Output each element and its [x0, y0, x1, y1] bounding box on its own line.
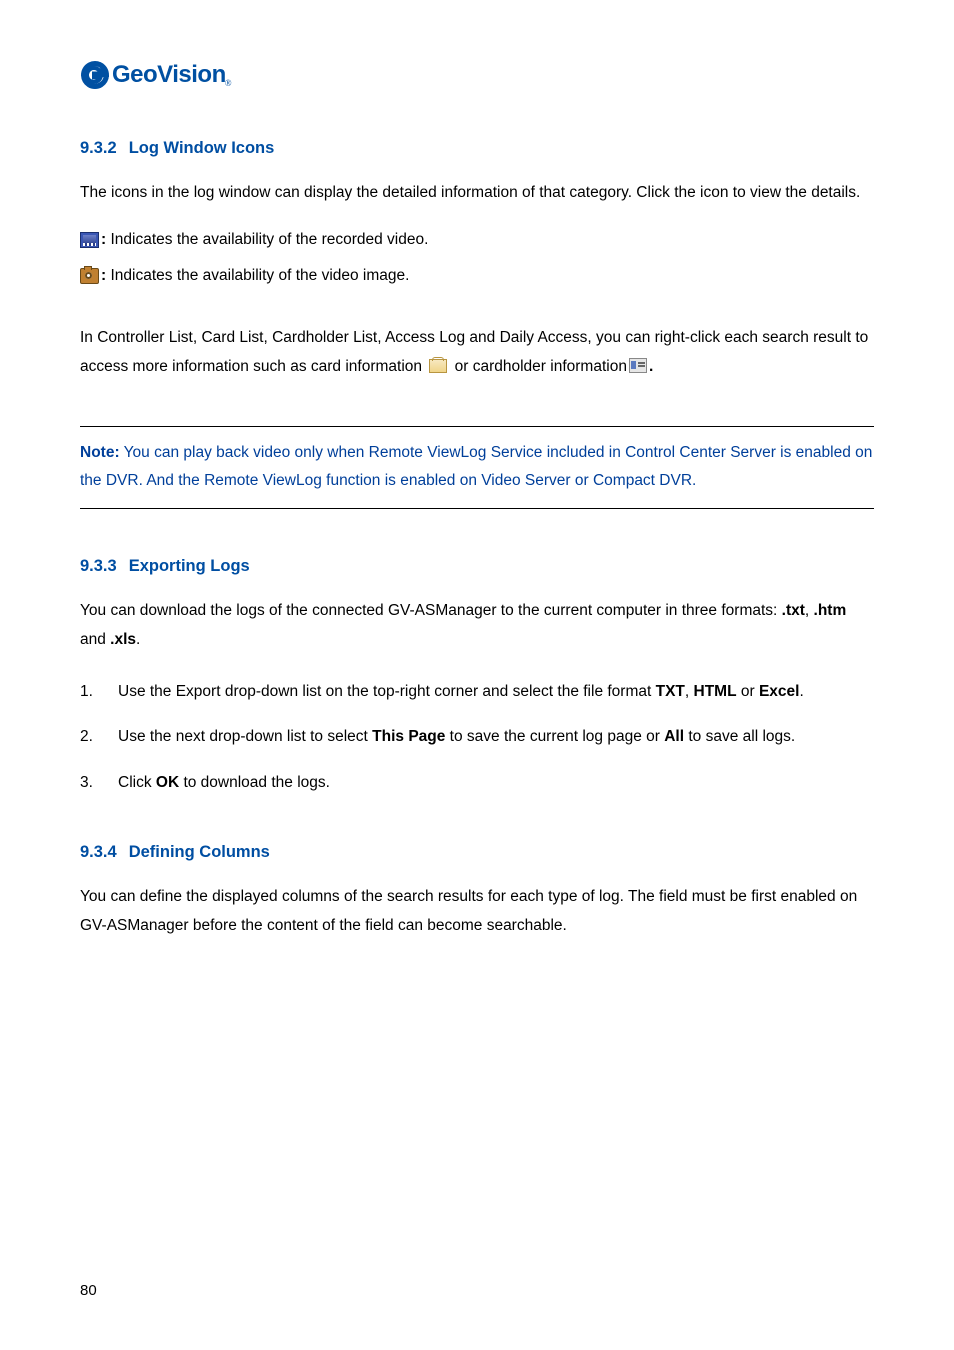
fmt-txt: .txt — [782, 602, 805, 619]
step-number: 3. — [80, 768, 118, 797]
s1-context: In Controller List, Card List, Cardholde… — [80, 324, 874, 381]
camera-icon — [80, 268, 99, 284]
step-2: 2. Use the next drop-down list to select… — [80, 722, 874, 751]
step-body: Use the next drop-down list to select Th… — [118, 722, 874, 751]
step-1: 1. Use the Export drop-down list on the … — [80, 677, 874, 706]
section-log-window-icons: 9.3.2 Log Window Icons The icons in the l… — [80, 137, 874, 382]
card-info-icon — [429, 359, 447, 373]
step-body: Use the Export drop-down list on the top… — [118, 677, 874, 706]
s1-intro: The icons in the log window can display … — [80, 179, 874, 208]
note-box: Note: You can play back video only when … — [80, 426, 874, 510]
step-3: 3. Click OK to download the logs. — [80, 768, 874, 797]
page-number: 80 — [80, 1280, 97, 1302]
sep: , — [685, 683, 694, 700]
kw: All — [664, 728, 684, 745]
note-text: You can play back video only when Remote… — [80, 444, 872, 489]
text: or cardholder information — [450, 358, 627, 375]
text: to download the logs. — [179, 774, 330, 791]
heading-9-3-4: 9.3.4 Defining Columns — [80, 841, 874, 865]
heading-title: Exporting Logs — [129, 557, 250, 575]
text: You can download the logs of the connect… — [80, 602, 782, 619]
icon-desc-video: : Indicates the availability of the reco… — [80, 225, 874, 254]
heading-9-3-2: 9.3.2 Log Window Icons — [80, 137, 874, 161]
step-number: 1. — [80, 677, 118, 706]
text: Click — [118, 774, 156, 791]
logo: GeoVision ® — [80, 58, 874, 93]
note-label: Note: — [80, 444, 120, 461]
page: GeoVision ® 9.3.2 Log Window Icons The ic… — [0, 0, 954, 1350]
text: to save the current log page or — [445, 728, 664, 745]
heading-number: 9.3.4 — [80, 843, 117, 861]
icon-desc-video-text: : Indicates the availability of the reco… — [101, 225, 874, 254]
heading-number: 9.3.2 — [80, 139, 117, 157]
section-defining-columns: 9.3.4 Defining Columns You can define the… — [80, 841, 874, 940]
logo-mark-icon — [80, 60, 110, 90]
icon-desc-image: : Indicates the availability of the vide… — [80, 261, 874, 290]
kw: HTML — [694, 683, 737, 700]
heading-9-3-3: 9.3.3 Exporting Logs — [80, 555, 874, 579]
kw: OK — [156, 774, 179, 791]
step-number: 2. — [80, 722, 118, 751]
filmstrip-icon — [80, 232, 99, 248]
sep: or — [737, 683, 759, 700]
text: Indicates the availability of the video … — [106, 267, 409, 284]
cardholder-info-icon — [629, 358, 647, 373]
sep: , — [805, 602, 814, 619]
text: Indicates the availability of the record… — [106, 231, 428, 248]
s3-intro: You can define the displayed columns of … — [80, 883, 874, 940]
kw: TXT — [656, 683, 685, 700]
icon-desc-image-text: : Indicates the availability of the vide… — [101, 261, 874, 290]
export-steps: 1. Use the Export drop-down list on the … — [80, 677, 874, 797]
fmt-htm: .htm — [814, 602, 847, 619]
logo-text: GeoVision — [112, 58, 226, 93]
period: . — [799, 683, 803, 700]
sep: and — [80, 631, 110, 648]
text: to save all logs. — [684, 728, 795, 745]
kw: Excel — [759, 683, 800, 700]
logo-trademark: ® — [225, 77, 232, 90]
text: Use the Export drop-down list on the top… — [118, 683, 656, 700]
heading-number: 9.3.3 — [80, 557, 117, 575]
section-exporting-logs: 9.3.3 Exporting Logs You can download the… — [80, 555, 874, 797]
kw: This Page — [372, 728, 445, 745]
fmt-xls: .xls — [110, 631, 136, 648]
text: Use the next drop-down list to select — [118, 728, 372, 745]
step-body: Click OK to download the logs. — [118, 768, 874, 797]
heading-title: Defining Columns — [129, 843, 270, 861]
period: . — [136, 631, 140, 648]
period: . — [649, 358, 653, 375]
heading-title: Log Window Icons — [129, 139, 275, 157]
s2-intro: You can download the logs of the connect… — [80, 597, 874, 654]
